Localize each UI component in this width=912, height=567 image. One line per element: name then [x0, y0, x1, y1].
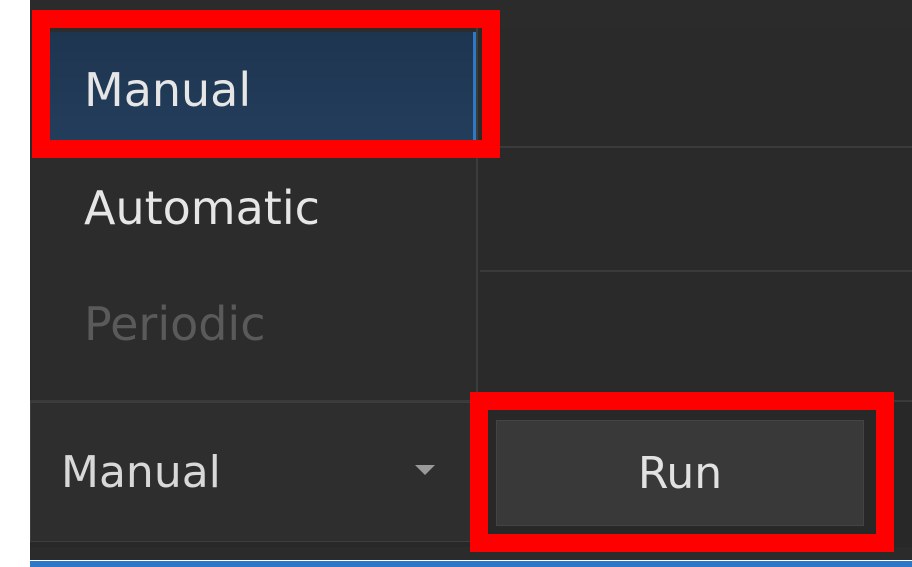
accent-strip	[30, 561, 912, 567]
mode-select-value: Manual	[61, 447, 221, 498]
row-divider	[480, 146, 912, 148]
run-button[interactable]: Run	[496, 420, 864, 526]
mode-dropdown-menu: Manual Automatic Periodic	[32, 28, 478, 400]
menu-item-periodic: Periodic	[84, 297, 266, 351]
caret-down-icon	[415, 465, 435, 475]
mode-select[interactable]: Manual	[30, 402, 478, 542]
screenshot-canvas: Manual Automatic Periodic Manual Run	[0, 0, 912, 567]
row-divider	[480, 270, 912, 272]
content-area	[480, 28, 912, 400]
menu-item-automatic[interactable]: Automatic	[32, 150, 476, 266]
menu-item-manual[interactable]: Manual	[32, 32, 476, 148]
